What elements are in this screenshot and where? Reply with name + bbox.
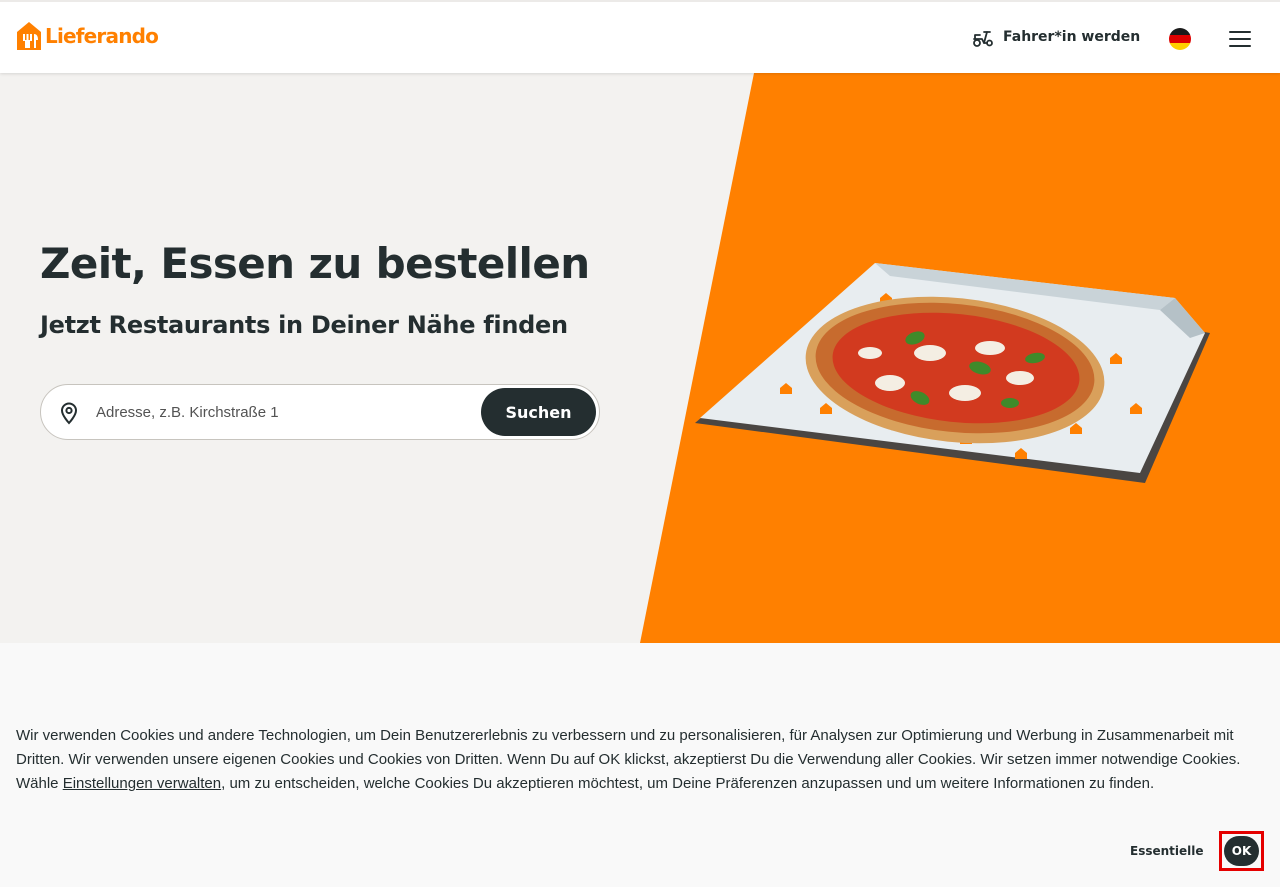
brand-name: Lieferando — [45, 24, 159, 48]
menu-line — [1229, 45, 1251, 47]
pizza-in-box-image — [695, 263, 1210, 483]
essential-cookies-button[interactable]: Essentielle — [1118, 838, 1216, 864]
lieferando-logo[interactable]: Lieferando — [16, 21, 159, 51]
de-flag-icon[interactable] — [1169, 28, 1191, 50]
top-header: Lieferando Fahrer*in werden — [0, 0, 1280, 73]
hero-section: Zeit, Essen zu bestellen Jetzt Restauran… — [0, 73, 1280, 643]
menu-line — [1229, 31, 1251, 33]
cookie-text: Wir verwenden Cookies und andere Technol… — [16, 724, 1268, 796]
cookie-text-part-2: , um zu entscheiden, welche Cookies Du a… — [221, 775, 1155, 792]
location-pin-icon — [60, 402, 78, 425]
scooter-icon — [973, 31, 993, 47]
house-fork-logo-icon — [17, 22, 41, 50]
search-button[interactable]: Suchen — [481, 388, 596, 436]
become-driver-label: Fahrer*in werden — [1003, 29, 1141, 45]
address-search-bar: Suchen — [40, 384, 600, 440]
hero-subtitle: Jetzt Restaurants in Deiner Nähe finden — [40, 311, 568, 339]
become-driver-link[interactable]: Fahrer*in werden — [972, 26, 1140, 48]
cookie-banner: Wir verwenden Cookies und andere Technol… — [0, 707, 1280, 887]
manage-settings-link[interactable]: Einstellungen verwalten — [63, 775, 221, 792]
menu-line — [1229, 38, 1251, 40]
accept-cookies-ok-button[interactable]: OK — [1224, 836, 1259, 866]
ok-button-highlight: OK — [1219, 831, 1264, 871]
hero-title: Zeit, Essen zu bestellen — [40, 239, 590, 288]
hamburger-menu-icon[interactable] — [1226, 26, 1254, 52]
address-input[interactable] — [96, 395, 476, 429]
